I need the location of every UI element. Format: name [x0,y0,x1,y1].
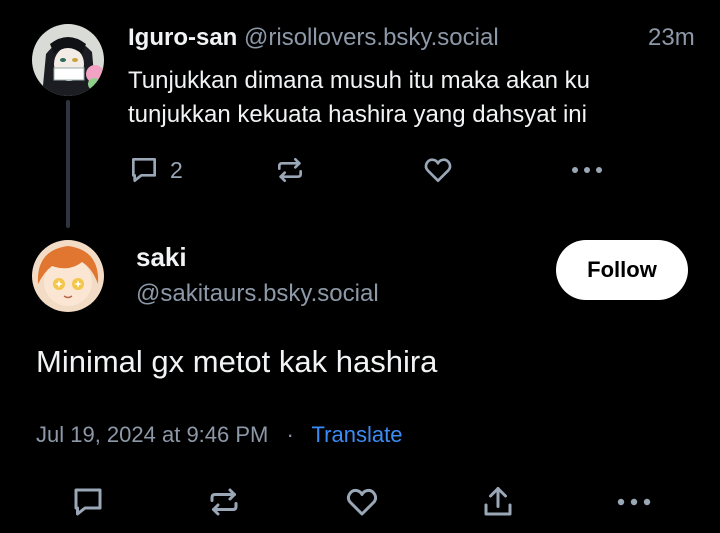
repost-icon [274,154,306,186]
parent-display-name[interactable]: Iguro-san [128,24,237,51]
parent-handle[interactable]: @risollovers.bsky.social [244,24,499,51]
reply-count: 2 [170,156,183,183]
post-meta: Jul 19, 2024 at 9:46 PM · Translate [36,422,402,448]
parent-like-button[interactable] [422,154,454,186]
like-icon [344,484,380,520]
more-button[interactable] [614,484,654,520]
more-icon [614,484,654,520]
post-timestamp: Jul 19, 2024 at 9:46 PM [36,422,269,447]
parent-more-button[interactable] [569,154,605,186]
post-text: Minimal gx metot kak hashira [36,344,438,379]
reply-icon [128,154,160,186]
like-button[interactable] [344,484,380,520]
parent-reply-button[interactable]: 2 [128,154,183,186]
author-display-name[interactable]: saki [136,242,187,273]
reply-button[interactable] [70,484,106,520]
share-button[interactable] [480,484,516,520]
meta-separator: · [286,422,294,447]
like-icon [422,154,454,186]
reply-icon [70,484,106,520]
parent-post-text-line: tunjukkan kekuata hashira yang dahsyat i… [128,101,587,128]
parent-repost-button[interactable] [274,154,306,186]
follow-button[interactable]: Follow [556,240,688,300]
repost-icon [206,484,242,520]
repost-button[interactable] [206,484,242,520]
more-icon [569,154,605,186]
share-icon [480,484,516,520]
translate-link[interactable]: Translate [312,422,403,447]
parent-post-header: Iguro-san @risollovers.bsky.social [128,24,499,52]
parent-post-text-line: Tunjukkan dimana musuh itu maka akan ku [128,67,591,94]
parent-post-text: Tunjukkan dimana musuh itu maka akan ku … [128,64,590,132]
author-handle[interactable]: @sakitaurs.bsky.social [136,280,379,308]
thread-line [66,100,70,228]
avatar[interactable] [32,240,104,312]
parent-post-time[interactable]: 23m [648,24,695,52]
avatar[interactable] [32,24,104,96]
